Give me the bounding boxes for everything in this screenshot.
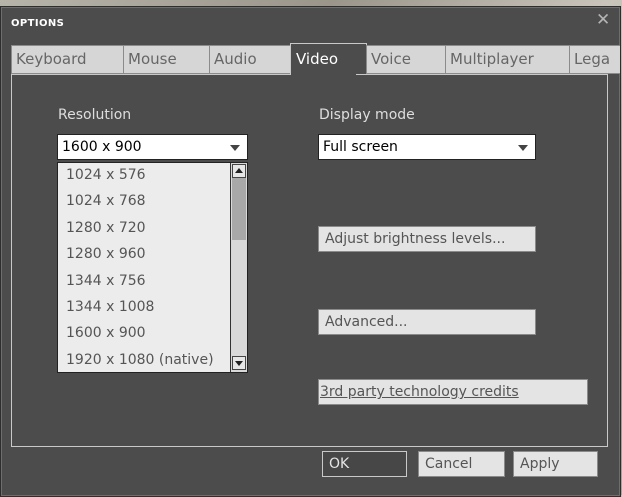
resolution-label: Resolution bbox=[58, 107, 132, 123]
panel-top-border bbox=[356, 74, 608, 75]
resolution-option[interactable]: 1280 x 720 bbox=[66, 220, 146, 236]
chevron-down-icon bbox=[518, 145, 528, 151]
resolution-option[interactable]: 1024 x 768 bbox=[66, 193, 146, 209]
resolution-option[interactable]: 1344 x 1008 bbox=[66, 299, 154, 315]
tab-voice[interactable]: Voice bbox=[366, 45, 446, 74]
tab-legal[interactable]: Lega bbox=[569, 45, 620, 74]
cancel-button[interactable]: Cancel bbox=[418, 451, 505, 477]
resolution-option[interactable]: 1344 x 756 bbox=[66, 273, 146, 289]
dialog-title: OPTIONS bbox=[11, 18, 65, 29]
resolution-options-list[interactable]: 1024 x 576 1024 x 768 1280 x 720 1280 x … bbox=[57, 162, 248, 373]
resolution-option[interactable]: 1920 x 1080 (native) bbox=[66, 352, 214, 368]
tab-video[interactable]: Video bbox=[290, 43, 367, 75]
display-mode-value: Full screen bbox=[323, 139, 398, 155]
resolution-option[interactable]: 1024 x 576 bbox=[66, 167, 146, 183]
credits-button[interactable]: 3rd party technology credits bbox=[318, 379, 588, 405]
tab-keyboard[interactable]: Keyboard bbox=[11, 45, 124, 74]
tab-audio[interactable]: Audio bbox=[209, 45, 291, 74]
resolution-option[interactable]: 1280 x 960 bbox=[66, 246, 146, 262]
resolution-dropdown[interactable]: 1600 x 900 bbox=[57, 134, 248, 160]
tab-mouse[interactable]: Mouse bbox=[123, 45, 210, 74]
panel-top-border bbox=[11, 74, 290, 75]
list-scrollbar[interactable] bbox=[230, 163, 247, 372]
tab-bar: Keyboard Mouse Audio Video Voice Multipl… bbox=[11, 43, 620, 75]
scroll-down-icon[interactable] bbox=[232, 356, 246, 370]
tab-multiplayer[interactable]: Multiplayer bbox=[445, 45, 570, 74]
resolution-option[interactable]: 1600 x 900 bbox=[66, 325, 146, 341]
resolution-value: 1600 x 900 bbox=[62, 139, 142, 155]
apply-button[interactable]: Apply bbox=[513, 451, 598, 477]
close-icon[interactable]: ✕ bbox=[596, 12, 610, 29]
display-mode-dropdown[interactable]: Full screen bbox=[318, 134, 536, 160]
ok-button[interactable]: OK bbox=[322, 451, 407, 477]
adjust-brightness-button[interactable]: Adjust brightness levels... bbox=[318, 226, 536, 252]
display-mode-label: Display mode bbox=[319, 107, 415, 123]
scroll-up-icon[interactable] bbox=[232, 164, 246, 178]
chevron-down-icon bbox=[230, 145, 240, 151]
scrollbar-thumb[interactable] bbox=[232, 178, 246, 240]
advanced-button[interactable]: Advanced... bbox=[318, 309, 536, 335]
